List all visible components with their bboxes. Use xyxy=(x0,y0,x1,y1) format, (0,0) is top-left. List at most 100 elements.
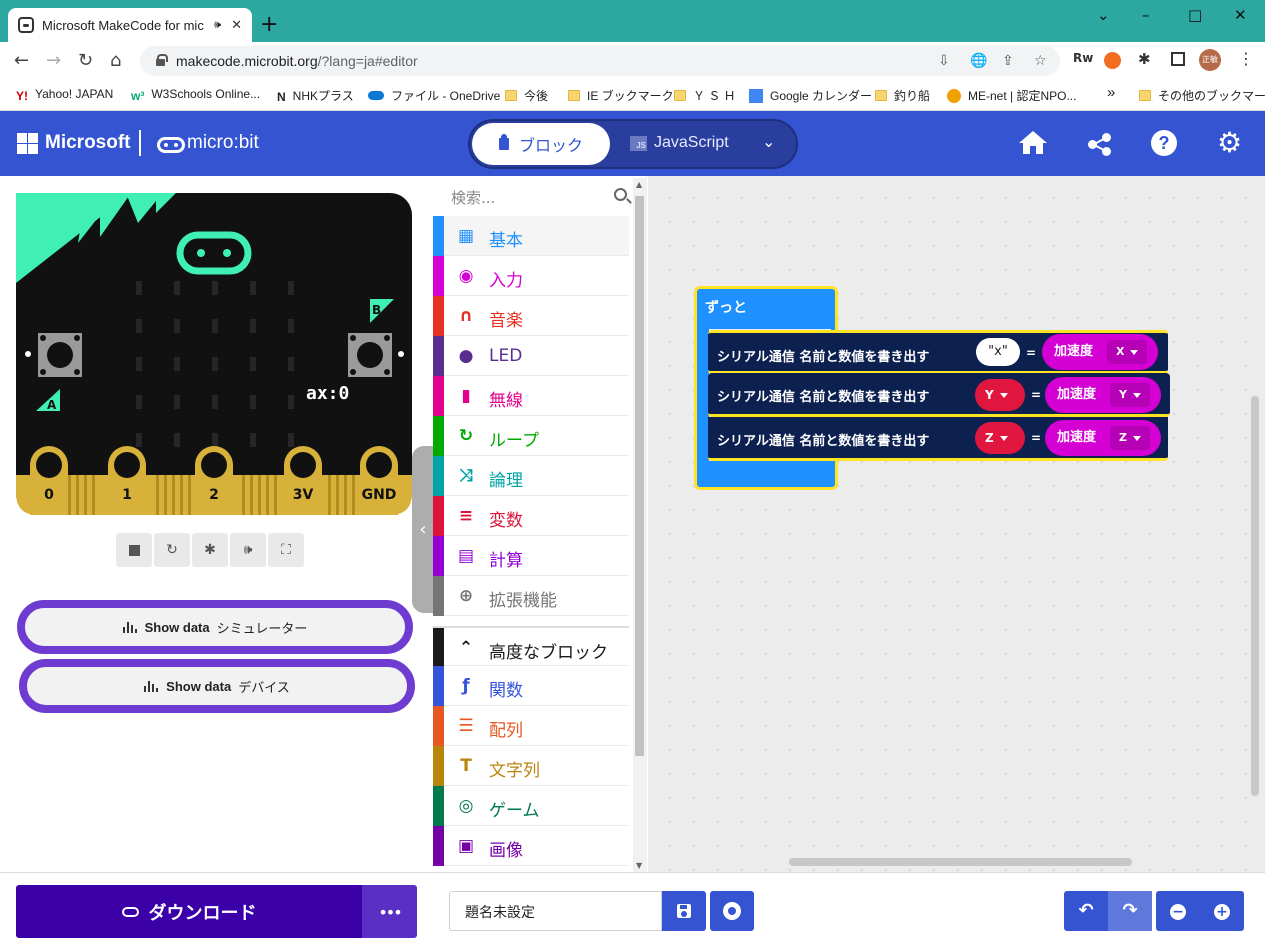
tab-blocks[interactable]: ブロック xyxy=(472,123,610,165)
help-icon[interactable]: ? xyxy=(1151,130,1177,156)
save-button[interactable] xyxy=(662,891,706,931)
bookmark-star-icon[interactable]: ☆ xyxy=(1034,53,1047,69)
extension-rw-icon[interactable]: Rw xyxy=(1073,51,1093,65)
acceleration-block[interactable]: 加速度 X xyxy=(1042,334,1158,370)
install-app-icon[interactable]: ⇩ xyxy=(938,53,950,69)
bookmark-item[interactable]: w³ W3Schools Online... xyxy=(131,87,260,103)
pin-1[interactable] xyxy=(108,446,146,515)
redo-button[interactable]: ↷ xyxy=(1108,891,1152,931)
toolbox-scrollbar[interactable]: ▲ ▼ xyxy=(633,178,647,872)
serial-write-value-block-y[interactable]: シリアル通信 名前と数値を書き出す Y = 加速度 Y xyxy=(708,373,1170,417)
toolbox-category[interactable]: ▦ 基本 xyxy=(433,216,629,256)
restart-button[interactable]: ↻ xyxy=(154,533,190,567)
scroll-down-icon[interactable]: ▼ xyxy=(636,861,642,870)
pin-gnd[interactable] xyxy=(360,446,398,515)
fullscreen-button[interactable]: ⛶ xyxy=(268,533,304,567)
tab-search-chevron-icon[interactable]: ⌄ xyxy=(1097,6,1110,24)
extensions-puzzle-icon[interactable]: ✱ xyxy=(1138,50,1151,68)
microbit-brand[interactable]: micro:bit xyxy=(187,132,259,154)
forward-icon[interactable]: → xyxy=(46,50,61,71)
project-name-input[interactable]: 題名未設定 xyxy=(449,891,662,931)
variable-dropdown-y[interactable]: Y xyxy=(975,379,1025,411)
tab-javascript[interactable]: JS JavaScript xyxy=(630,134,729,152)
zoom-in-button[interactable]: + xyxy=(1200,891,1244,931)
name-string-input[interactable]: "x" xyxy=(976,338,1020,366)
blocks-workspace[interactable]: ずっと シリアル通信 名前と数値を書き出す "x" = 加速度 X シリアル通信… xyxy=(648,176,1265,872)
toolbox-search-input[interactable]: 検索... xyxy=(435,178,631,216)
pin-0[interactable] xyxy=(30,446,68,515)
zoom-out-button[interactable]: − xyxy=(1156,891,1200,931)
serial-write-value-block-z[interactable]: シリアル通信 名前と数値を書き出す Z = 加速度 Z xyxy=(708,417,1168,461)
bookmark-item[interactable]: Y! Yahoo! JAPAN xyxy=(16,87,113,103)
toolbox-category[interactable]: ↻ ループ xyxy=(433,416,629,456)
toolbox-category[interactable]: ▤ 計算 xyxy=(433,536,629,576)
mute-button[interactable]: 🕪 xyxy=(230,533,266,567)
lock-icon[interactable] xyxy=(156,54,168,66)
maximize-icon[interactable]: □ xyxy=(1188,6,1202,24)
scroll-up-icon[interactable]: ▲ xyxy=(636,180,642,189)
toolbox-category[interactable]: ⊕ 拡張機能 xyxy=(433,576,629,616)
browser-menu-icon[interactable]: ⋮ xyxy=(1238,49,1254,68)
reload-icon[interactable]: ↻ xyxy=(78,50,93,71)
extension-orange-icon[interactable] xyxy=(1104,52,1121,69)
bookmark-item[interactable]: Google カレンダー xyxy=(749,87,872,104)
back-icon[interactable]: ← xyxy=(14,50,29,71)
workspace-vertical-scrollbar[interactable] xyxy=(1251,396,1259,796)
toolbox-category[interactable]: T 文字列 xyxy=(433,746,629,786)
toolbox-category[interactable]: ⤨ 論理 xyxy=(433,456,629,496)
translate-icon[interactable]: 🌐 xyxy=(970,53,987,69)
button-b[interactable] xyxy=(348,333,392,377)
home-icon[interactable] xyxy=(1019,131,1047,155)
toolbox-category[interactable]: ▮ 無線 xyxy=(433,376,629,416)
settings-gear-icon[interactable]: ⚙ xyxy=(1217,129,1242,157)
bookmarks-overflow-icon[interactable]: » xyxy=(1107,84,1115,101)
bookmark-item[interactable]: ME-net | 認定NPO... xyxy=(947,87,1076,104)
microbit-simulator-board[interactable]: A B ax:0 0 1 2 3V GND xyxy=(16,193,412,515)
bookmark-item[interactable]: IE ブックマーク xyxy=(568,87,674,104)
toolbox-category[interactable]: ∩ 音楽 xyxy=(433,296,629,336)
minimize-icon[interactable]: – xyxy=(1142,6,1150,24)
close-tab-icon[interactable]: ✕ xyxy=(231,18,242,33)
bookmark-item[interactable]: 今後 xyxy=(505,87,548,104)
microsoft-brand[interactable]: Microsoft xyxy=(45,132,131,154)
github-button[interactable] xyxy=(710,891,754,931)
share-page-icon[interactable]: ⇪ xyxy=(1002,53,1014,69)
acceleration-block[interactable]: 加速度 Z xyxy=(1045,420,1161,456)
bookmark-item[interactable]: N NHKプラス xyxy=(277,87,354,104)
pin-3v[interactable] xyxy=(284,446,322,515)
toolbox-category[interactable]: ≡ 変数 xyxy=(433,496,629,536)
toolbox-category[interactable]: ƒ 関数 xyxy=(433,666,629,706)
button-a[interactable] xyxy=(38,333,82,377)
axis-dropdown[interactable]: X xyxy=(1107,340,1147,364)
axis-dropdown[interactable]: Z xyxy=(1110,426,1150,450)
new-tab-icon[interactable]: + xyxy=(260,12,278,37)
profile-avatar[interactable]: 正敏 xyxy=(1199,49,1221,71)
toolbox-category[interactable]: ◎ ゲーム xyxy=(433,786,629,826)
bookmark-item[interactable]: ファイル - OneDrive xyxy=(368,87,500,104)
pin-2[interactable] xyxy=(195,446,233,515)
toolbox-category[interactable]: ⌃ 高度なブロック xyxy=(433,626,629,668)
language-dropdown-chevron-icon[interactable]: ⌄ xyxy=(762,132,775,151)
share-icon[interactable] xyxy=(1087,131,1113,157)
audio-playing-icon[interactable]: 🕪 xyxy=(214,18,221,32)
variable-dropdown-z[interactable]: Z xyxy=(975,422,1025,454)
home-browser-icon[interactable]: ⌂ xyxy=(110,50,121,71)
bookmark-item[interactable]: 釣り船 xyxy=(875,87,930,104)
undo-button[interactable]: ↶ xyxy=(1064,891,1108,931)
close-window-icon[interactable]: ✕ xyxy=(1234,6,1247,24)
download-more-button[interactable]: ••• xyxy=(362,885,417,938)
browser-tab[interactable]: Microsoft MakeCode for mic 🕪 ✕ xyxy=(8,8,252,42)
workspace-horizontal-scrollbar[interactable] xyxy=(789,858,1132,866)
search-icon[interactable] xyxy=(614,188,627,201)
bookmark-item[interactable]: Ｙ Ｓ Ｈ xyxy=(674,87,736,104)
show-data-device-button[interactable]: Show data デバイス xyxy=(19,659,415,713)
scroll-thumb[interactable] xyxy=(635,196,644,756)
other-bookmarks[interactable]: その他のブックマーク xyxy=(1139,87,1265,104)
address-bar[interactable]: makecode.microbit.org/?lang=ja#editor ⇩ … xyxy=(140,46,1060,76)
side-panel-icon[interactable] xyxy=(1171,52,1185,66)
acceleration-block[interactable]: 加速度 Y xyxy=(1045,377,1161,413)
serial-write-value-block-x[interactable]: シリアル通信 名前と数値を書き出す "x" = 加速度 X xyxy=(708,330,1168,374)
toolbox-category[interactable]: ▣ 画像 xyxy=(433,826,629,866)
debug-button[interactable]: ✱ xyxy=(192,533,228,567)
show-data-simulator-button[interactable]: Show data シミュレーター xyxy=(17,600,413,654)
